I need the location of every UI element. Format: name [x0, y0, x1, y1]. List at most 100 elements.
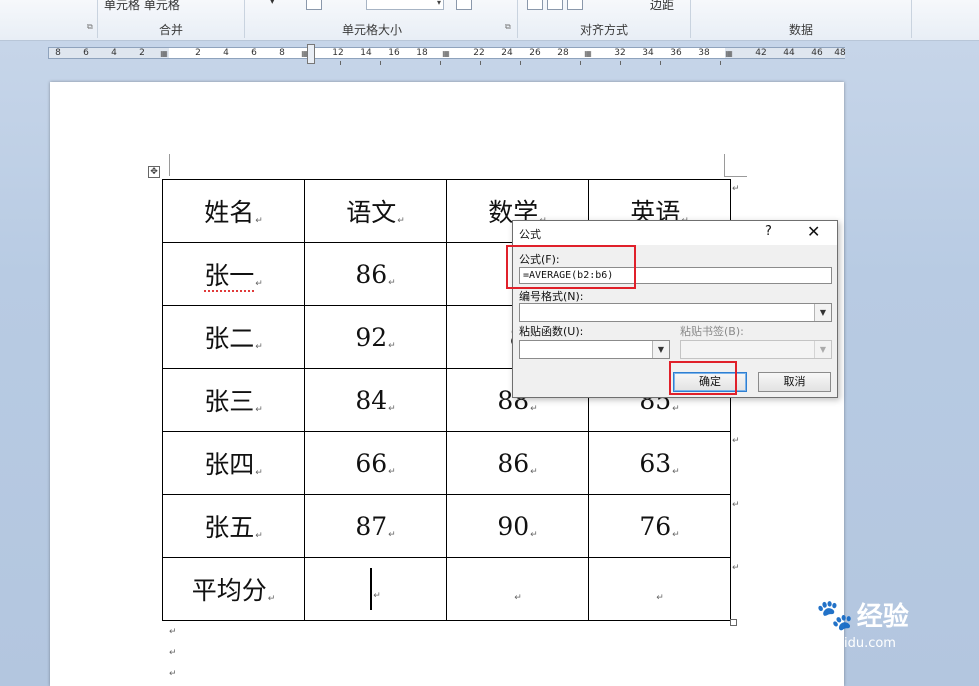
chevron-down-icon: ▼ — [814, 341, 831, 358]
ruler-tick — [440, 61, 441, 65]
paragraph-mark-icon: ↵ — [255, 405, 263, 415]
formula-highlight-box — [506, 245, 636, 289]
cancel-button[interactable]: 取消 — [758, 372, 831, 392]
cell-text: 语文 — [346, 198, 397, 227]
table-cell[interactable]: 66↵ — [304, 431, 447, 495]
table-cell[interactable]: 76↵ — [588, 494, 731, 558]
ruler-number: 22 — [473, 48, 485, 58]
watermark-brand: Bai — [760, 598, 817, 633]
ruler-tick — [660, 61, 661, 65]
table-cell[interactable]: 86↵ — [304, 242, 447, 306]
table-cell[interactable]: 平均分↵ — [162, 557, 305, 621]
paste-bookmark-label: 粘贴书签(B): — [680, 325, 744, 338]
ruler-column-marker-icon[interactable]: ▦ — [160, 49, 168, 58]
distribute-columns-icon[interactable] — [456, 0, 472, 10]
ruler-tick — [480, 61, 481, 65]
margin-corner-mark — [169, 154, 170, 176]
ruler-number: 12 — [332, 48, 344, 58]
ruler-tick — [580, 61, 581, 65]
paragraph-mark-icon: ↵ — [388, 529, 396, 540]
cell-text: 63 — [639, 448, 672, 478]
group-label-data: 数据 — [788, 23, 813, 37]
table-cell[interactable]: 张三↵ — [162, 368, 305, 432]
ruler-tick — [720, 61, 721, 65]
ribbon-partial-cell-labels[interactable]: 单元格 单元格 — [104, 0, 180, 13]
table-resize-handle-icon[interactable] — [730, 619, 737, 626]
table-cell-active[interactable]: ↵ — [304, 557, 447, 621]
cell-text: 66 — [355, 448, 388, 478]
ruler-tick — [620, 61, 621, 65]
align-left-icon[interactable] — [527, 0, 543, 10]
paste-function-label: 粘贴函数(U): — [519, 325, 584, 338]
table-header-cell[interactable]: 姓名↵ — [162, 179, 305, 243]
text-cursor — [370, 568, 373, 610]
spinner-arrow-icon[interactable]: ▾ — [437, 0, 441, 7]
ruler-number: 38 — [698, 48, 710, 58]
ruler-number: 2 — [139, 48, 145, 58]
paste-function-select[interactable]: ▼ — [519, 340, 670, 359]
paragraph-mark-icon: ↵ — [169, 669, 177, 679]
row-height-icon[interactable] — [306, 0, 322, 10]
cell-width-input[interactable]: ▾ — [366, 0, 444, 10]
paragraph-mark-icon: ↵ — [530, 403, 538, 414]
table-move-handle-icon[interactable]: ✥ — [148, 166, 160, 178]
ruler-number: 32 — [614, 48, 626, 58]
cell-text: 92 — [355, 322, 388, 352]
horizontal-ruler[interactable]: 8 6 4 2 ▦ 2 4 6 8 ▦ 12 14 16 18 ▦ 22 24 … — [48, 47, 846, 59]
merge-group-launcher-icon[interactable]: ⧉ — [87, 22, 93, 32]
cell-text: 平均分 — [191, 576, 267, 605]
end-of-row-mark-icon: ↵ — [732, 563, 740, 573]
ribbon-separator — [911, 0, 912, 38]
align-right-icon[interactable] — [567, 0, 583, 10]
table-cell[interactable]: ↵ — [588, 557, 731, 621]
table-cell[interactable]: 张二↵ — [162, 305, 305, 369]
cell-text: 84 — [355, 385, 388, 415]
cell-text: 张四 — [204, 450, 255, 479]
cell-text: 张五 — [204, 513, 255, 542]
paragraph-mark-icon: ↵ — [388, 277, 396, 288]
cell-text: 姓名 — [204, 198, 255, 227]
cell-margins-button[interactable]: 边距 — [650, 0, 674, 13]
cell-size-launcher-icon[interactable]: ⧉ — [505, 22, 511, 32]
ruler-number: 4 — [111, 48, 117, 58]
ruler-number: 46 — [811, 48, 823, 58]
indent-marker-icon[interactable] — [307, 44, 315, 64]
ruler-column-marker-icon[interactable]: ▦ — [442, 49, 450, 58]
table-cell[interactable]: 87↵ — [304, 494, 447, 558]
ruler-number: 36 — [670, 48, 682, 58]
ruler-number: 8 — [55, 48, 61, 58]
watermark-url: jingyan.baidu.com — [776, 636, 896, 651]
table-cell[interactable]: 张四↵ — [162, 431, 305, 495]
dropdown-arrow-icon[interactable]: ▾ — [270, 0, 275, 7]
ruler-number: 48 — [834, 48, 846, 58]
paragraph-mark-icon: ↵ — [397, 216, 405, 226]
paragraph-mark-icon: ↵ — [388, 466, 396, 477]
close-icon[interactable]: ✕ — [807, 222, 820, 241]
table-cell[interactable]: 84↵ — [304, 368, 447, 432]
number-format-select[interactable]: ▼ — [519, 303, 832, 322]
table-header-cell[interactable]: 语文↵ — [304, 179, 447, 243]
ruler-column-marker-icon[interactable]: ▦ — [584, 49, 592, 58]
ruler-number: 16 — [388, 48, 400, 58]
table-row: 张四↵ 66↵ 86↵ 63↵ — [162, 431, 731, 495]
paragraph-mark-icon: ↵ — [672, 403, 680, 414]
table-cell[interactable]: 90↵ — [446, 494, 589, 558]
paragraph-mark-icon: ↵ — [255, 216, 263, 226]
table-cell[interactable]: ↵ — [446, 557, 589, 621]
table-cell[interactable]: 张五↵ — [162, 494, 305, 558]
paragraph-mark-icon: ↵ — [514, 592, 522, 603]
table-cell[interactable]: 63↵ — [588, 431, 731, 495]
table-cell[interactable]: 92↵ — [304, 305, 447, 369]
ruler-column-marker-icon[interactable]: ▦ — [725, 49, 733, 58]
table-cell[interactable]: 张一↵ — [162, 242, 305, 306]
ribbon: 单元格 单元格 ⧉ 合并 ▾ ▾ 单元格大小 ⧉ 边距 对齐方式 数据 — [0, 0, 979, 41]
ruler-number: 34 — [642, 48, 654, 58]
chevron-down-icon[interactable]: ▼ — [814, 304, 831, 321]
align-center-icon[interactable] — [547, 0, 563, 10]
help-icon[interactable]: ? — [765, 224, 772, 239]
number-format-label: 编号格式(N): — [519, 290, 584, 303]
dialog-title-bar[interactable]: 公式 ? ✕ — [513, 221, 837, 245]
table-cell[interactable]: 86↵ — [446, 431, 589, 495]
chevron-down-icon[interactable]: ▼ — [652, 341, 669, 358]
paragraph-mark-icon: ↵ — [255, 468, 263, 478]
